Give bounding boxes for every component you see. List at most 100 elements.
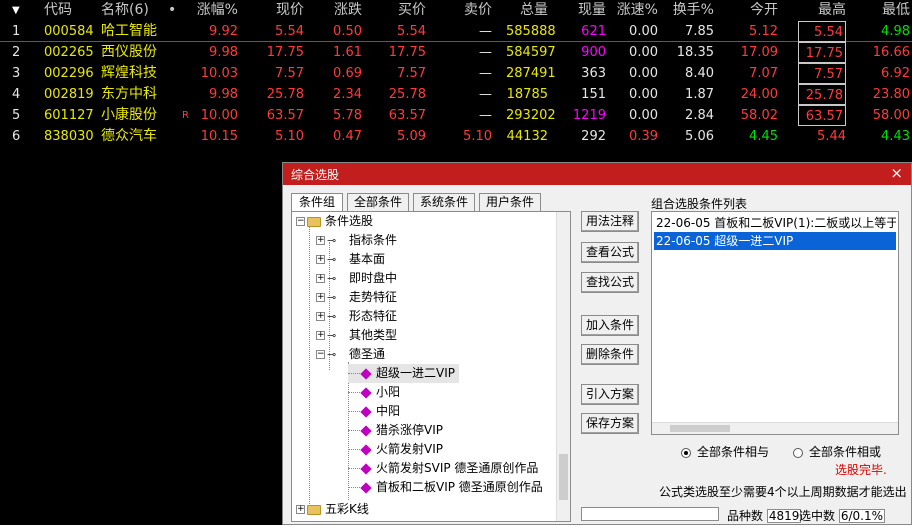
tab-user-conditions[interactable]: 用户条件 — [479, 193, 541, 211]
count-value: 4819 — [766, 509, 802, 523]
row-name: 西仪股份 — [101, 44, 157, 60]
tree-node-root[interactable]: + 五彩K线 — [296, 500, 369, 519]
row-high: 17.75 — [798, 42, 846, 63]
tree-node-group[interactable]: + ⊸ 即时盘中 — [316, 269, 397, 288]
row-pct: 10.15 — [200, 129, 238, 144]
row-ask: — — [479, 87, 492, 102]
row-high: 5.54 — [798, 21, 846, 42]
radio-all-and[interactable]: 全部条件相与 — [681, 443, 769, 460]
tree-leaf[interactable]: 火箭发射SVIP 德圣通原创作品 — [348, 459, 538, 478]
tree-leaf-label: 小阳 — [376, 385, 401, 399]
tree-node-group[interactable]: + ⊸ 形态特征 — [316, 307, 397, 326]
scrollbar-thumb[interactable] — [559, 454, 568, 500]
collapse-icon[interactable]: − — [296, 217, 305, 226]
expand-icon[interactable]: + — [316, 255, 325, 264]
row-high: 5.44 — [817, 129, 846, 144]
formula-gem-icon — [360, 443, 372, 456]
row-code: 000584 — [44, 24, 94, 39]
expand-icon[interactable]: + — [316, 312, 325, 321]
expand-icon[interactable]: + — [316, 236, 325, 245]
import-plan-button[interactable]: 引入方案 — [581, 384, 639, 405]
tree-node-group[interactable]: + ⊸ 其他类型 — [316, 326, 397, 345]
row-chg: 0.47 — [333, 129, 362, 144]
tree-node-group[interactable]: + ⊸ 指标条件 — [316, 231, 397, 250]
row-turn: 7.85 — [685, 24, 714, 39]
row-ask: — — [479, 45, 492, 60]
col-pct[interactable]: 涨幅% — [186, 0, 238, 21]
radio-all-or[interactable]: 全部条件相或 — [793, 443, 881, 460]
col-low[interactable]: 最低 — [864, 0, 910, 21]
expand-icon[interactable]: + — [316, 331, 325, 340]
find-formula-button[interactable]: 查找公式 — [581, 272, 639, 293]
col-cur[interactable]: 现量 — [564, 0, 606, 21]
add-condition-button[interactable]: 加入条件 — [581, 315, 639, 336]
row-ask: 5.10 — [463, 129, 492, 144]
row-open: 4.45 — [749, 129, 778, 144]
table-row[interactable]: 3 002296 辉煌科技 10.03 7.57 0.69 7.57 — 287… — [0, 63, 912, 84]
key-icon: ⊸ — [327, 291, 337, 304]
dialog-titlebar[interactable]: 综合选股 × — [283, 163, 911, 185]
tab-all-conditions[interactable]: 全部条件 — [347, 193, 409, 211]
col-turn[interactable]: 换手% — [668, 0, 714, 21]
list-item[interactable]: 22-06-05 首板和二板VIP(1):二板或以上等于 — [654, 214, 896, 232]
count-stat: 品种数 4819 — [727, 507, 802, 524]
close-icon[interactable]: × — [890, 164, 903, 182]
col-name[interactable]: 名称(6) — [101, 0, 149, 21]
radio-dot-icon[interactable] — [681, 447, 691, 458]
table-row[interactable]: 1 000584 哈工智能 9.92 5.54 0.50 5.54 — 5858… — [0, 21, 912, 42]
expand-icon[interactable]: + — [296, 505, 305, 514]
row-vol: 293202 — [506, 108, 556, 123]
expand-icon[interactable]: + — [316, 274, 325, 283]
row-speed: 0.39 — [629, 129, 658, 144]
tree-leaf-selected[interactable]: 超级一进二VIP — [348, 364, 459, 383]
table-row[interactable]: 5 601127 小康股份 R 10.00 63.57 5.78 63.57 —… — [0, 105, 912, 126]
table-row[interactable]: 6 838030 德众汽车 10.15 5.10 0.47 5.09 5.10 … — [0, 126, 912, 147]
tree-leaf[interactable]: 首板和二板VIP 德圣通原创作品 — [348, 478, 543, 497]
tab-condition-group[interactable]: 条件组 — [291, 193, 343, 212]
condition-list: 22-06-05 首板和二板VIP(1):二板或以上等于 22-06-05 超级… — [651, 211, 899, 435]
row-code: 002265 — [44, 45, 94, 60]
col-chg[interactable]: 涨跌 — [320, 0, 362, 21]
col-high[interactable]: 最高 — [800, 0, 846, 21]
usage-notes-button[interactable]: 用法注释 — [581, 211, 639, 232]
tree-node-root[interactable]: − 条件选股 — [296, 212, 373, 231]
row-pct: 10.00 — [200, 108, 238, 123]
tree-leaf[interactable]: 小阳 — [348, 383, 400, 402]
col-speed[interactable]: 涨速% — [612, 0, 658, 21]
tree-node-label: 五彩K线 — [325, 502, 369, 516]
key-icon: ⊸ — [327, 310, 337, 323]
tree-node-label: 德圣通 — [349, 347, 386, 361]
expand-icon[interactable]: + — [316, 293, 325, 302]
scrollbar-thumb[interactable] — [670, 425, 730, 432]
table-row[interactable]: 2 002265 西仪股份 9.98 17.75 1.61 17.75 — 58… — [0, 42, 912, 63]
tree-node-group[interactable]: + ⊸ 走势特征 — [316, 288, 397, 307]
tree-node-label: 基本面 — [349, 252, 386, 266]
sort-arrow-icon[interactable]: ▼ — [12, 0, 20, 21]
list-hscrollbar[interactable] — [652, 422, 898, 434]
tree-node-group[interactable]: + ⊸ 基本面 — [316, 250, 385, 269]
row-bid: 17.75 — [388, 45, 426, 60]
tree-leaf[interactable]: 中阳 — [348, 402, 400, 421]
col-price[interactable]: 现价 — [262, 0, 304, 21]
col-code[interactable]: 代码 — [44, 0, 72, 21]
col-bid[interactable]: 买价 — [384, 0, 426, 21]
tree-scrollbar[interactable] — [556, 212, 570, 521]
list-item-selected[interactable]: 22-06-05 超级一进二VIP — [654, 232, 896, 250]
tree-node-group[interactable]: − ⊸ 德圣通 — [316, 345, 385, 364]
tree-leaf[interactable]: 火箭发射VIP — [348, 440, 443, 459]
tab-system-conditions[interactable]: 系统条件 — [413, 193, 475, 211]
radio-dot-icon[interactable] — [793, 447, 803, 458]
table-row[interactable]: 4 002819 东方中科 9.98 25.78 2.34 25.78 — 18… — [0, 84, 912, 105]
delete-condition-button[interactable]: 删除条件 — [581, 344, 639, 365]
col-vol[interactable]: 总量 — [506, 0, 548, 21]
col-ask[interactable]: 卖价 — [450, 0, 492, 21]
collapse-icon[interactable]: − — [316, 350, 325, 359]
tree-leaf[interactable]: 猎杀涨停VIP — [348, 421, 443, 440]
row-speed: 0.00 — [629, 45, 658, 60]
folder-icon — [307, 504, 321, 515]
col-open[interactable]: 今开 — [736, 0, 778, 21]
view-formula-button[interactable]: 查看公式 — [581, 242, 639, 263]
row-code: 002819 — [44, 87, 94, 102]
save-plan-button[interactable]: 保存方案 — [581, 413, 639, 434]
tree-leaf-label: 首板和二板VIP 德圣通原创作品 — [376, 480, 543, 494]
